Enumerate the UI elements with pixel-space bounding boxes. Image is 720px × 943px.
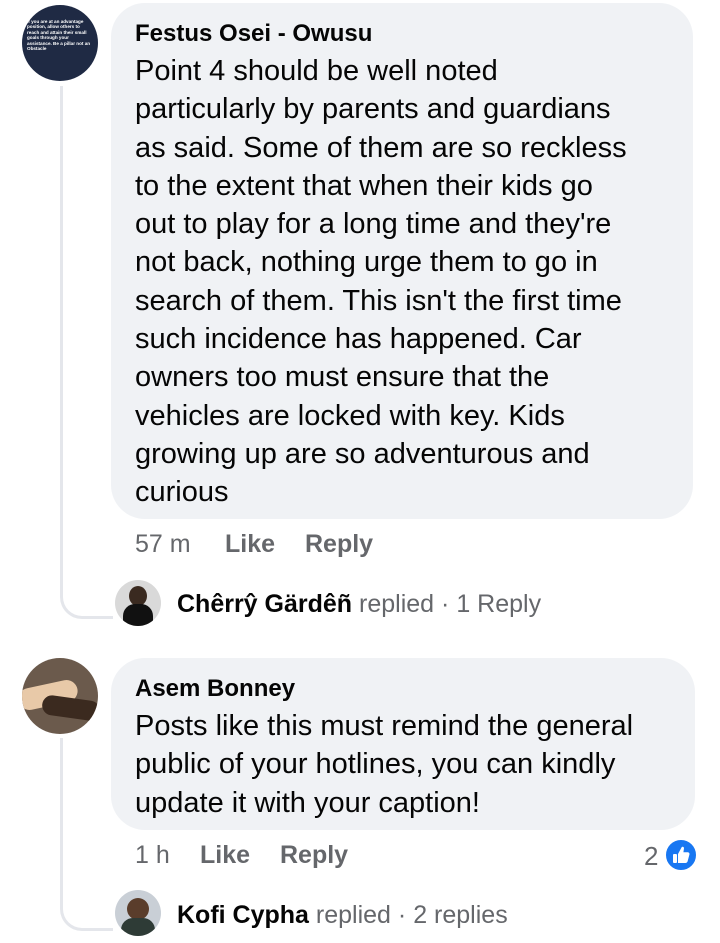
reply-summary[interactable]: Kofi Cypha replied · 2 replies <box>177 901 508 930</box>
avatar-festus[interactable]: If you are at an advantage position, all… <box>22 5 98 81</box>
comment-line: search of them. This isn't the first tim… <box>135 284 622 317</box>
reply-separator: · <box>397 901 407 929</box>
comment-text: Point 4 should be well noted particularl… <box>135 52 695 512</box>
comment-line: vehicles are locked with key. Kids <box>135 399 565 432</box>
comment-line: Point 4 should be well noted <box>135 55 498 87</box>
comment-line: as said. Some of them are so reckless <box>135 131 627 164</box>
like-button[interactable]: Like <box>200 841 250 870</box>
comment-text: Posts like this must remind the general … <box>135 707 695 822</box>
comment-timestamp[interactable]: 57 m <box>135 530 191 559</box>
comment-line: such incidence has happened. Car <box>135 323 582 356</box>
reply-author[interactable]: Chêrrŷ Gärdêñ <box>177 590 352 618</box>
reply-verb: replied <box>359 590 435 618</box>
comment-line: to the extent that when their kids go <box>135 169 593 202</box>
comment-line: Posts like this must remind the general <box>135 710 634 742</box>
reply-button[interactable]: Reply <box>280 841 348 870</box>
comment-line: particularly by parents and guardians <box>135 93 611 126</box>
like-button[interactable]: Like <box>225 530 275 559</box>
comment-line: owners too must ensure that the <box>135 361 550 394</box>
reply-summary[interactable]: Chêrrŷ Gärdêñ replied · 1 Reply <box>177 590 541 619</box>
thread-connector <box>60 86 113 619</box>
comment-line: update it with your caption! <box>135 786 480 819</box>
comment-author[interactable]: Asem Bonney <box>135 675 295 703</box>
reply-count[interactable]: 2 replies <box>413 901 508 929</box>
comment-line: public of your hotlines, you can kindly <box>135 748 616 781</box>
comment-line: not back, nothing urge them to go in <box>135 246 598 279</box>
comment-line: out to play for a long time and they're <box>135 208 612 241</box>
reply-separator: · <box>441 590 450 618</box>
reply-button[interactable]: Reply <box>305 530 373 559</box>
comment-timestamp[interactable]: 1 h <box>135 841 170 870</box>
comment-author[interactable]: Festus Osei - Owusu <box>135 20 372 48</box>
reply-verb: replied <box>315 901 391 929</box>
thumbs-up-icon[interactable] <box>664 838 698 872</box>
thread-connector <box>60 738 113 931</box>
avatar-asem[interactable] <box>22 658 98 734</box>
avatar-cherry[interactable] <box>115 580 161 626</box>
reply-count[interactable]: 1 Reply <box>456 590 541 618</box>
reaction-count[interactable]: 2 <box>644 841 658 872</box>
comment-line: curious <box>135 476 229 509</box>
avatar-caption: If you are at an advantage position, all… <box>27 19 91 52</box>
comment-line: growing up are so adventurous and <box>135 437 590 470</box>
reply-author[interactable]: Kofi Cypha <box>177 901 309 929</box>
avatar-kofi[interactable] <box>115 890 161 936</box>
